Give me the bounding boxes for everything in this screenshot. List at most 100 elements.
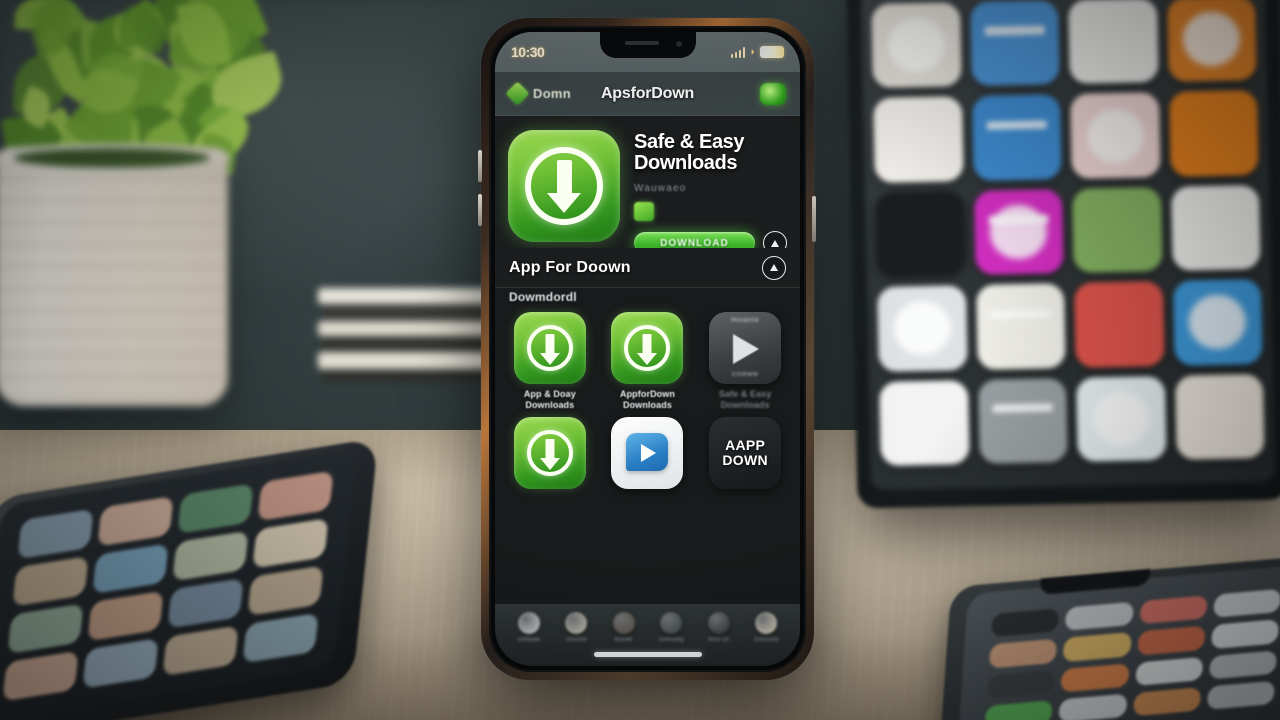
left-phone-app-icon xyxy=(162,625,239,676)
right-phone-app-icon xyxy=(984,699,1054,720)
green-square-action-icon[interactable] xyxy=(760,82,786,105)
tablet-app-icon xyxy=(1176,467,1265,470)
right-phone-app-icon xyxy=(1210,619,1280,649)
left-phone-app-icon xyxy=(97,496,174,547)
right-phone-app-icon xyxy=(986,669,1056,699)
right-phone-app-icon xyxy=(1136,625,1206,656)
tablet-app-icon xyxy=(1070,92,1161,179)
volume-down-button[interactable] xyxy=(478,194,482,226)
dock-item-label: Bisoer xyxy=(614,637,633,643)
back-label: Domn xyxy=(533,86,572,101)
left-phone-app-icon xyxy=(7,603,84,654)
dock-item[interactable]: Ssnuceb xyxy=(744,612,788,643)
tablet-app-icon xyxy=(1168,90,1259,177)
status-indicators: ◗ xyxy=(730,46,784,58)
download-arrow-icon[interactable] xyxy=(513,312,586,384)
app-grid-item[interactable]: AppforDown Downloads xyxy=(605,312,691,411)
tile-bottom-text: cineww xyxy=(731,371,759,378)
tablet-app-icon xyxy=(969,0,1060,87)
app-label: AppforDown Downloads xyxy=(619,389,675,410)
dock-item-label: Ssnuceb xyxy=(753,637,779,643)
left-phone-app-icon xyxy=(252,518,329,569)
text-tile-icon[interactable]: AAPP DOWN xyxy=(709,417,782,489)
up-arrow-glyph xyxy=(770,264,778,271)
right-phone-app-icon xyxy=(1212,588,1280,619)
tablet-app-icon xyxy=(973,188,1064,276)
book xyxy=(318,321,494,336)
download-arrow-icon[interactable] xyxy=(611,312,684,384)
tablet-app-icon xyxy=(873,96,964,183)
right-phone-app-icon xyxy=(1206,680,1276,710)
back-button[interactable]: Domn xyxy=(505,81,572,106)
dock-item[interactable]: Gmoueg xyxy=(649,612,693,643)
dock-item-label: Gmoueg xyxy=(659,637,684,643)
tablet-app-icon xyxy=(1072,186,1163,274)
potted-plant xyxy=(0,0,318,406)
app-grid-item[interactable] xyxy=(507,417,593,489)
dock-item[interactable]: Odtbale xyxy=(507,612,551,643)
dock-item[interactable]: Shurtot xyxy=(554,612,598,643)
tablet-app-icon xyxy=(971,94,1062,181)
left-phone-app-icon xyxy=(17,508,94,560)
section-collapse-icon[interactable] xyxy=(762,255,786,280)
book xyxy=(322,306,498,319)
page-title: ApsforDown xyxy=(600,84,695,102)
dock-icon-5 xyxy=(707,612,730,634)
app-grid-item[interactable]: Hinanlo cineww Safe & Easy Downloads xyxy=(702,312,788,411)
tile-top-text: Hinanlo xyxy=(731,317,760,324)
right-phone-app-icon xyxy=(1064,601,1134,632)
play-button-icon[interactable]: Hinanlo cineww xyxy=(709,312,782,384)
download-arrow-icon[interactable] xyxy=(508,130,620,242)
right-phone-app-icon xyxy=(990,608,1060,638)
download-arrow-icon[interactable] xyxy=(513,417,586,489)
up-arrow-glyph xyxy=(771,239,779,247)
left-phone-app-icon xyxy=(82,638,159,689)
tablet-app-icon xyxy=(1075,375,1167,462)
tablet-app-icon xyxy=(871,2,962,89)
hero-subtitle: Wauwaeo xyxy=(634,183,687,194)
left-phone-app-icon xyxy=(247,565,324,616)
cellular-bars-icon xyxy=(730,46,746,58)
left-phone-app-icon xyxy=(167,578,244,629)
right-phone-app-icon xyxy=(1208,649,1278,680)
dock-item[interactable]: Nszi-Dr xyxy=(697,612,741,643)
stacked-books xyxy=(318,288,498,456)
featured-app-hero: Safe & Easy Downloads Wauwaeo DOWNLOAD xyxy=(495,116,800,255)
left-phone-app-icon xyxy=(242,612,319,664)
home-indicator[interactable] xyxy=(593,652,702,657)
dock-icon-1 xyxy=(517,612,540,634)
tablet-app-icon xyxy=(975,283,1066,370)
right-phone-app-icon xyxy=(988,638,1058,669)
app-grid-item[interactable]: AAPP DOWN xyxy=(702,417,788,489)
tablet-app-icon xyxy=(875,190,966,278)
diamond-back-icon xyxy=(505,81,530,106)
right-phone-app-icon xyxy=(1062,632,1132,662)
tablet-app-icon xyxy=(1172,279,1263,366)
tablet-app-icon xyxy=(977,377,1068,464)
power-button[interactable] xyxy=(812,196,816,242)
left-phone-app-icon xyxy=(12,556,89,607)
tablet-app-icon xyxy=(1166,0,1257,83)
app-grid-item[interactable]: App & Doay Downloads xyxy=(507,312,593,411)
app-grid-item[interactable] xyxy=(605,417,691,489)
section-subtitle: Dowmdordl xyxy=(509,290,577,304)
play-message-icon[interactable] xyxy=(611,417,684,489)
scene-root: 10:30 ◗ Domn ApsforDown Safe & Easy Down… xyxy=(0,0,1280,720)
right-phone-app-icon xyxy=(1138,595,1208,625)
tablet-app-icon xyxy=(1073,281,1165,368)
play-button-icon xyxy=(733,334,760,364)
left-phone-app-icon xyxy=(257,470,334,522)
nav-bar: Domn ApsforDown xyxy=(495,72,800,116)
dock-item-label: Shurtot xyxy=(565,637,587,643)
background-tablet-screen xyxy=(860,0,1276,491)
book xyxy=(322,371,498,382)
left-phone-app-icon xyxy=(87,590,164,642)
left-phone-app-icon xyxy=(2,650,79,702)
volume-up-button[interactable] xyxy=(478,150,482,182)
dock-item[interactable]: Bisoer xyxy=(602,612,646,643)
section-header: App For Doown xyxy=(495,248,800,288)
status-time: 10:30 xyxy=(511,44,545,60)
dock-item-label: Nszi-Dr xyxy=(708,637,730,643)
plant-pot-rings xyxy=(0,156,228,404)
dock-item-label: Odtbale xyxy=(517,637,540,643)
